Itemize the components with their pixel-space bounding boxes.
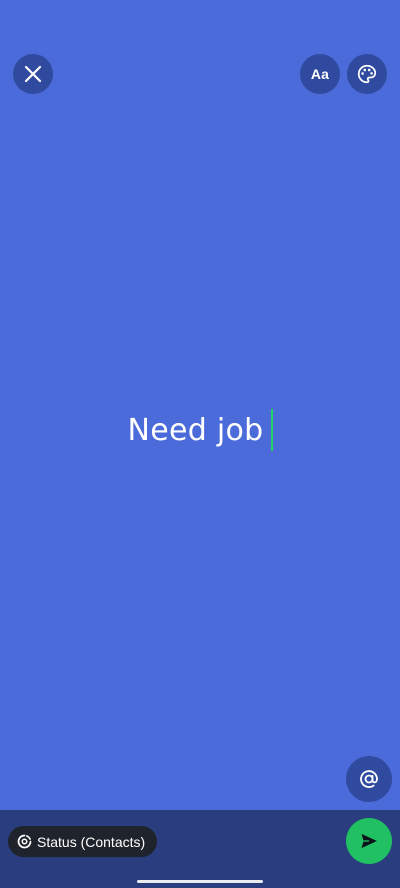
font-style-button[interactable]: Aa <box>300 54 340 94</box>
status-text: Need job <box>127 412 264 448</box>
bottom-bar: Status (Contacts) <box>0 810 400 888</box>
status-privacy-icon <box>17 834 32 849</box>
status-audience-button[interactable]: Status (Contacts) <box>8 826 158 857</box>
status-text-area[interactable]: Need job <box>0 400 400 460</box>
mention-button[interactable] <box>346 756 392 802</box>
send-icon <box>361 833 377 849</box>
close-icon <box>24 65 42 83</box>
font-style-label: Aa <box>310 66 330 82</box>
send-button[interactable] <box>346 818 392 864</box>
text-caret <box>270 409 273 451</box>
close-button[interactable] <box>13 54 53 94</box>
background-color-button[interactable] <box>347 54 387 94</box>
status-composer-screen: Aa Need job Status (Contacts) <box>0 0 400 888</box>
home-indicator <box>137 880 263 883</box>
palette-icon <box>357 64 377 84</box>
status-audience-label: Status (Contacts) <box>37 833 146 850</box>
at-sign-icon <box>360 770 378 788</box>
